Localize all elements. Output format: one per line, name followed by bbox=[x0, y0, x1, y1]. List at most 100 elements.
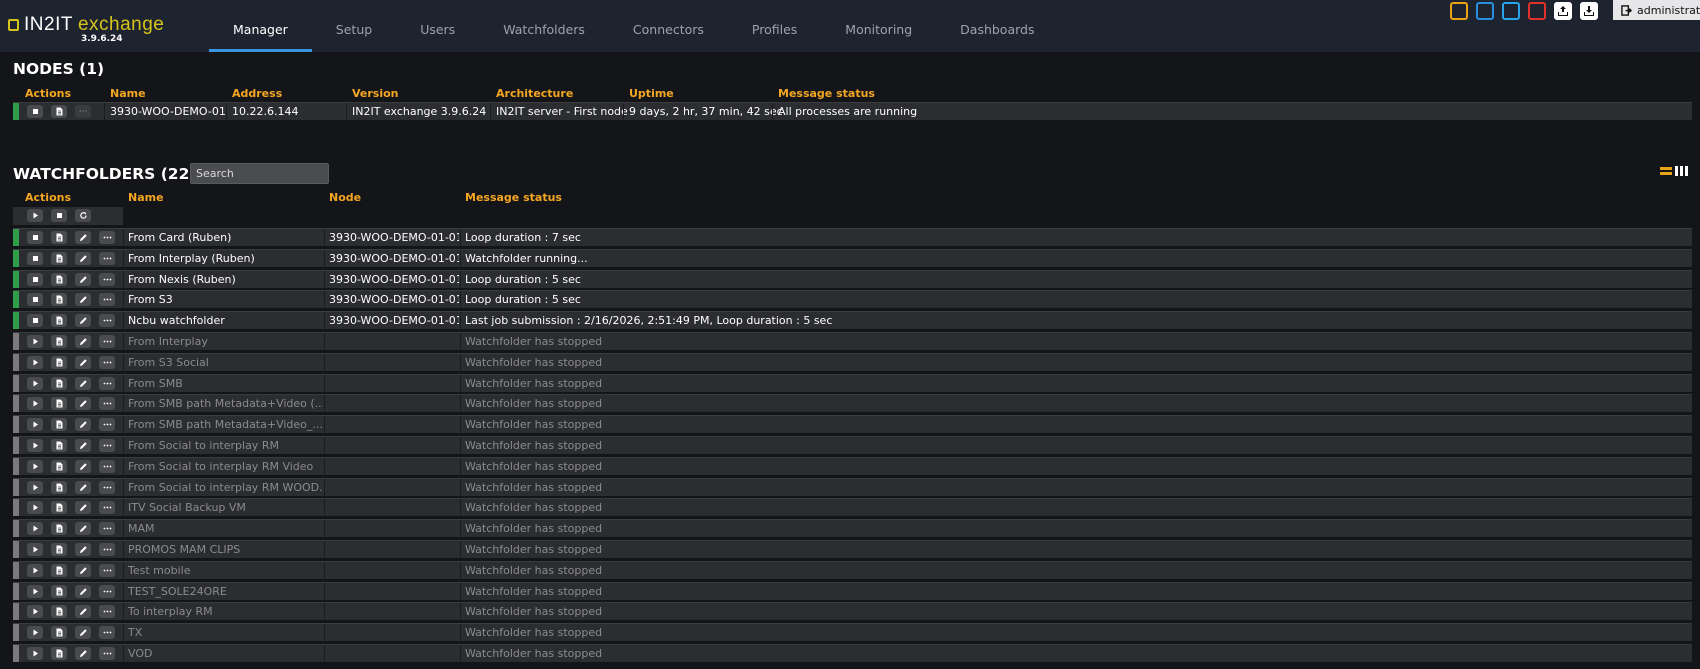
table-row[interactable]: VOD Watchfolder has stopped bbox=[13, 644, 1692, 662]
table-row[interactable]: Ncbu watchfolder 3930-WOO-DEMO-01-01 Last … bbox=[13, 311, 1692, 329]
edit-button[interactable] bbox=[75, 418, 91, 431]
stop-button[interactable] bbox=[27, 293, 43, 306]
app-logo[interactable]: IN2IT exchange bbox=[8, 14, 164, 36]
more-button[interactable] bbox=[99, 273, 115, 286]
edit-button[interactable] bbox=[75, 356, 91, 369]
more-button[interactable] bbox=[99, 314, 115, 327]
nav-tab-setup[interactable]: Setup bbox=[312, 0, 396, 52]
log-button[interactable] bbox=[51, 377, 67, 390]
log-button[interactable] bbox=[51, 460, 67, 473]
more-button[interactable] bbox=[99, 543, 115, 556]
more-button[interactable] bbox=[99, 231, 115, 244]
nav-tab-monitoring[interactable]: Monitoring bbox=[821, 0, 936, 52]
more-button[interactable] bbox=[99, 481, 115, 494]
edit-button[interactable] bbox=[75, 585, 91, 598]
table-row[interactable]: From Social to interplay RM WOOD... Watch… bbox=[13, 478, 1692, 496]
more-button[interactable] bbox=[99, 564, 115, 577]
start-button[interactable] bbox=[27, 356, 43, 369]
more-button[interactable] bbox=[99, 252, 115, 265]
more-button[interactable] bbox=[99, 460, 115, 473]
log-button[interactable] bbox=[51, 418, 67, 431]
log-button[interactable] bbox=[51, 543, 67, 556]
edit-button[interactable] bbox=[75, 377, 91, 390]
table-row[interactable]: From S3 3930-WOO-DEMO-01-01 Loop duration … bbox=[13, 290, 1692, 308]
more-button[interactable] bbox=[99, 397, 115, 410]
download-icon[interactable] bbox=[1580, 2, 1598, 20]
log-button[interactable] bbox=[51, 231, 67, 244]
edit-button[interactable] bbox=[75, 252, 91, 265]
start-button[interactable] bbox=[27, 564, 43, 577]
edit-button[interactable] bbox=[75, 501, 91, 514]
edit-button[interactable] bbox=[75, 647, 91, 660]
nav-tab-dashboards[interactable]: Dashboards bbox=[936, 0, 1058, 52]
more-button[interactable] bbox=[99, 626, 115, 639]
table-row[interactable]: From S3 Social Watchfolder has stopped bbox=[13, 353, 1692, 371]
edit-button[interactable] bbox=[75, 460, 91, 473]
node-row[interactable]: ··· 3930-WOO-DEMO-01 10.22.6.144 IN2IT e… bbox=[13, 102, 1692, 120]
start-button[interactable] bbox=[27, 522, 43, 535]
log-button[interactable] bbox=[51, 647, 67, 660]
edit-button[interactable] bbox=[75, 605, 91, 618]
user-menu-button[interactable]: administrator bbox=[1613, 0, 1700, 20]
edit-button[interactable] bbox=[75, 564, 91, 577]
more-button[interactable] bbox=[99, 647, 115, 660]
log-button[interactable] bbox=[51, 252, 67, 265]
table-row[interactable]: Test mobile Watchfolder has stopped bbox=[13, 561, 1692, 579]
log-button[interactable] bbox=[51, 314, 67, 327]
nav-tab-connectors[interactable]: Connectors bbox=[609, 0, 728, 52]
table-row[interactable]: From SMB path Metadata+Video (... Watchfo… bbox=[13, 394, 1692, 412]
edit-button[interactable] bbox=[75, 439, 91, 452]
edit-button[interactable] bbox=[75, 293, 91, 306]
edit-button[interactable] bbox=[75, 543, 91, 556]
log-button[interactable] bbox=[51, 585, 67, 598]
stop-button[interactable] bbox=[27, 273, 43, 286]
log-button[interactable] bbox=[51, 564, 67, 577]
table-row[interactable]: From Card (Ruben) 3930-WOO-DEMO-01-01 Loop… bbox=[13, 228, 1692, 246]
more-button[interactable] bbox=[99, 418, 115, 431]
log-button[interactable] bbox=[51, 522, 67, 535]
start-button[interactable] bbox=[27, 335, 43, 348]
stop-all-button[interactable] bbox=[51, 209, 67, 222]
table-row[interactable]: From Nexis (Ruben) 3930-WOO-DEMO-01-01 Loo… bbox=[13, 270, 1692, 288]
nav-tab-profiles[interactable]: Profiles bbox=[728, 0, 821, 52]
log-button[interactable] bbox=[51, 605, 67, 618]
more-button[interactable] bbox=[99, 439, 115, 452]
red-square-icon[interactable] bbox=[1528, 2, 1546, 20]
start-button[interactable] bbox=[27, 377, 43, 390]
more-button[interactable] bbox=[99, 585, 115, 598]
nav-tab-users[interactable]: Users bbox=[396, 0, 479, 52]
log-button[interactable] bbox=[51, 356, 67, 369]
table-row[interactable]: From Social to interplay RM Watchfolder h… bbox=[13, 436, 1692, 454]
table-row[interactable]: From Interplay (Ruben) 3930-WOO-DEMO-01-0… bbox=[13, 249, 1692, 267]
more-button[interactable] bbox=[99, 356, 115, 369]
start-all-button[interactable] bbox=[27, 209, 43, 222]
start-button[interactable] bbox=[27, 501, 43, 514]
nav-tab-watchfolders[interactable]: Watchfolders bbox=[479, 0, 609, 52]
edit-button[interactable] bbox=[75, 314, 91, 327]
start-button[interactable] bbox=[27, 418, 43, 431]
log-button[interactable] bbox=[51, 501, 67, 514]
table-row[interactable]: From SMB Watchfolder has stopped bbox=[13, 374, 1692, 392]
table-row[interactable]: From Social to interplay RM Video Watchfo… bbox=[13, 457, 1692, 475]
table-row[interactable]: To interplay RM Watchfolder has stopped bbox=[13, 602, 1692, 620]
log-button[interactable] bbox=[51, 105, 67, 118]
start-button[interactable] bbox=[27, 585, 43, 598]
more-button[interactable] bbox=[99, 605, 115, 618]
more-button[interactable] bbox=[99, 522, 115, 535]
start-button[interactable] bbox=[27, 626, 43, 639]
log-button[interactable] bbox=[51, 397, 67, 410]
watchfolder-search-input[interactable] bbox=[190, 163, 329, 184]
table-row[interactable]: From SMB path Metadata+Video_... Watchfol… bbox=[13, 415, 1692, 433]
edit-button[interactable] bbox=[75, 273, 91, 286]
blue-square-search-icon[interactable] bbox=[1476, 2, 1494, 20]
start-button[interactable] bbox=[27, 605, 43, 618]
log-button[interactable] bbox=[51, 626, 67, 639]
start-button[interactable] bbox=[27, 460, 43, 473]
upload-icon[interactable] bbox=[1554, 2, 1572, 20]
log-button[interactable] bbox=[51, 293, 67, 306]
table-row[interactable]: PROMOS MAM CLIPS Watchfolder has stopped bbox=[13, 540, 1692, 558]
start-button[interactable] bbox=[27, 481, 43, 494]
table-row[interactable]: From Interplay Watchfolder has stopped bbox=[13, 332, 1692, 350]
stop-button[interactable] bbox=[27, 105, 43, 118]
nav-tab-manager[interactable]: Manager bbox=[209, 0, 312, 52]
